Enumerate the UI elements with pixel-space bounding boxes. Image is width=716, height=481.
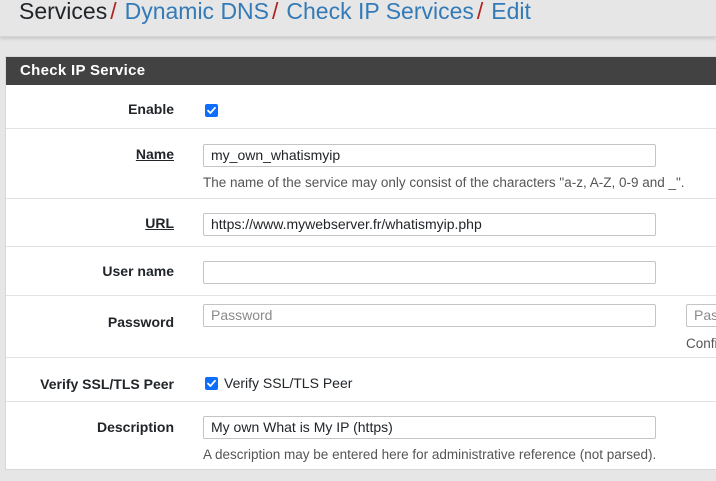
breadcrumb-separator: / [272,0,279,24]
page: Services / Dynamic DNS / Check IP Services / E… [0,0,716,481]
verify-ssl-checkbox[interactable] [205,377,218,390]
password-label: Password [107,314,174,330]
description-help-text: A description may be entered here for ad… [203,447,657,462]
enable-checkbox[interactable] [205,104,218,117]
url-label: URL [145,215,174,231]
name-label: Name [135,146,174,162]
description-input[interactable]: My own What is My IP (https) [203,416,656,439]
breadcrumb-check-ip-services[interactable]: Check IP Services [286,0,473,24]
password-row: Password Password Pas Confi [6,296,716,358]
breadcrumb: Services / Dynamic DNS / Check IP Services / E… [19,0,531,26]
enable-label: Enable [128,101,174,117]
breadcrumb-edit[interactable]: Edit [491,0,531,24]
password-confirm-input[interactable]: Pas [686,304,716,327]
username-row: User name [6,247,716,296]
description-label: Description [96,419,174,435]
password-input[interactable]: Password [203,304,656,327]
password-confirm-help: Confi [686,336,716,351]
enable-row: Enable [6,85,716,129]
check-icon [207,106,216,114]
breadcrumb-separator: / [110,0,117,24]
panel-title: Check IP Service [6,57,716,85]
name-input[interactable]: my_own_whatismyip [203,144,656,167]
name-row: Name my_own_whatismyip The name of the s… [6,129,716,199]
check-ip-service-panel: Check IP Service Enable Name my_own_what… [5,56,716,470]
breadcrumb-bar: Services / Dynamic DNS / Check IP Services / E… [0,0,716,37]
check-icon [207,379,216,387]
description-row: Description My own What is My IP (https)… [6,402,716,471]
breadcrumb-dynamic-dns[interactable]: Dynamic DNS [125,0,269,24]
verify-ssl-label: Verify SSL/TLS Peer [40,376,174,392]
breadcrumb-services[interactable]: Services [19,0,107,24]
url-row: URL https://www.mywebserver.fr/whatismyi… [6,199,716,247]
username-label: User name [102,263,174,279]
url-input[interactable]: https://www.mywebserver.fr/whatismyip.ph… [203,213,656,236]
name-help-text: The name of the service may only consist… [203,175,685,190]
verify-ssl-checkbox-label[interactable]: Verify SSL/TLS Peer [224,375,352,391]
breadcrumb-separator: / [476,0,484,24]
username-input[interactable] [203,261,656,284]
verify-ssl-row: Verify SSL/TLS Peer Verify SSL/TLS Peer [6,358,716,402]
